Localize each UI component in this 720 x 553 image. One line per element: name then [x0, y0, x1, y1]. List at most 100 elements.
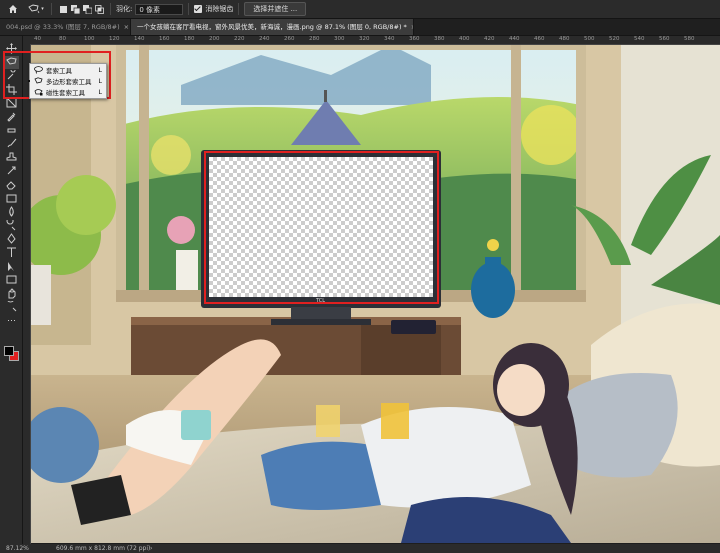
dodge-icon	[6, 219, 15, 231]
tool-button[interactable]	[3, 110, 19, 123]
magnetic-lasso-icon	[34, 88, 43, 95]
menu-item-lasso[interactable]: 套索工具 L	[30, 64, 106, 75]
new-selection-button[interactable]	[57, 0, 69, 18]
divider	[188, 3, 190, 15]
ruler-tick-label: 160	[159, 36, 170, 42]
add-to-selection-button[interactable]	[69, 0, 81, 18]
home-button[interactable]	[0, 0, 26, 18]
tool-button[interactable]	[3, 124, 19, 137]
tool-preset-picker[interactable]: ▾	[26, 0, 46, 18]
type-icon	[6, 247, 16, 257]
ruler-tick-label: 480	[559, 36, 570, 42]
tool-button[interactable]	[3, 287, 19, 300]
ruler-tick-label: 540	[634, 36, 645, 42]
hand-icon	[8, 288, 15, 299]
ruler-tick-label: 420	[484, 36, 495, 42]
tool-button[interactable]	[3, 300, 19, 313]
options-bar: ▾ 羽化: 0 像素 消除锯齿 选择并遮住 ...	[0, 0, 720, 19]
history-brush-icon	[7, 166, 15, 175]
tab-004-psd[interactable]: 004.psd @ 33.3% (图层 7, RGB/8#) ×	[0, 19, 131, 35]
vertical-ruler[interactable]	[22, 44, 31, 544]
subtract-selection-button[interactable]	[81, 0, 93, 18]
ruler-tick-label: 500	[584, 36, 595, 42]
chevron-right-icon[interactable]: ›	[150, 544, 152, 553]
blur-icon	[8, 206, 14, 217]
color-swatches[interactable]	[4, 346, 19, 361]
tool-button[interactable]	[3, 137, 19, 150]
spot-heal-icon	[7, 128, 15, 133]
divider	[110, 3, 111, 15]
tool-button[interactable]	[3, 314, 19, 327]
select-and-mask-button[interactable]: 选择并遮住 ...	[244, 2, 307, 16]
new-selection-icon	[59, 5, 67, 13]
close-icon[interactable]: ×	[124, 23, 129, 31]
close-icon[interactable]: ×	[411, 23, 413, 31]
frame-icon	[6, 97, 16, 108]
ruler-corner	[22, 36, 30, 44]
tab-label: 004.psd @ 33.3% (图层 7, RGB/8#)	[6, 23, 120, 31]
polygonal-lasso-icon	[33, 76, 43, 83]
tab-active-image[interactable]: 一个女孩躺在客厅看电视，窗外风景优美，新海诚，漫画.png @ 87.1% (图…	[131, 19, 414, 35]
menu-item-magnetic-lasso[interactable]: 磁性套索工具 L	[30, 86, 106, 97]
subtract-selection-icon	[82, 4, 92, 14]
ruler-tick-label: 200	[209, 36, 220, 42]
rectangle-icon	[6, 275, 16, 284]
zoom-icon	[6, 301, 16, 312]
document-canvas[interactable]: TCL	[31, 45, 720, 543]
ruler-tick-label: 560	[659, 36, 670, 42]
tool-button[interactable]	[3, 192, 19, 205]
ruler-tick-label: 240	[259, 36, 270, 42]
menu-item-polygonal-lasso[interactable]: 多边形套索工具 L	[28, 75, 106, 86]
screen-highlight-box	[204, 151, 439, 304]
tools-panel	[0, 36, 23, 544]
ruler-tick-label: 440	[509, 36, 520, 42]
tool-button[interactable]	[3, 178, 19, 191]
chevron-down-icon: ▾	[41, 6, 44, 12]
status-bar: 87.12% 609.6 mm x 812.8 mm (72 ppi) ›	[0, 544, 720, 553]
ruler-tick-label: 300	[334, 36, 345, 42]
ruler-tick-label: 280	[309, 36, 320, 42]
eyedropper-icon	[6, 112, 15, 122]
divider	[51, 3, 52, 15]
tool-button[interactable]	[3, 260, 19, 273]
tool-button[interactable]	[3, 164, 19, 177]
tool-button[interactable]	[3, 273, 19, 286]
ruler-tick-label: 40	[34, 36, 41, 42]
divider	[238, 3, 240, 15]
foreground-color[interactable]	[4, 346, 14, 356]
document-tabs: 004.psd @ 33.3% (图层 7, RGB/8#) × 一个女孩躺在客厅…	[0, 19, 720, 36]
more-tools-icon	[7, 320, 15, 321]
tool-button[interactable]	[3, 205, 19, 218]
horizontal-ruler[interactable]: 40 80 100 120 140 160 180 200 220 240 260 280 300 320…	[30, 36, 720, 45]
stamp-icon	[6, 152, 16, 161]
antialias-label: 消除锯齿	[205, 5, 234, 13]
shortcut-key: L	[98, 87, 102, 96]
feather-label: 羽化:	[116, 5, 133, 13]
eraser-icon	[5, 181, 16, 190]
ruler-tick-label: 260	[284, 36, 295, 42]
tool-button[interactable]	[3, 246, 19, 259]
menu-item-label: 多边形套索工具	[46, 77, 92, 86]
intersect-selection-button[interactable]	[93, 0, 105, 18]
gradient-icon	[6, 194, 16, 203]
feather-input[interactable]: 0 像素	[135, 3, 184, 15]
tool-button[interactable]	[3, 232, 19, 245]
pen-icon	[6, 233, 16, 245]
tab-label: 一个女孩躺在客厅看电视，窗外风景优美，新海诚，漫画.png @ 87.1% (图…	[137, 23, 407, 31]
tool-button[interactable]	[3, 219, 19, 232]
zoom-level[interactable]: 87.12%	[6, 544, 29, 553]
ruler-tick-label: 100	[84, 36, 95, 42]
menu-item-label: 套索工具	[46, 66, 72, 75]
ruler-tick-label: 400	[459, 36, 470, 42]
tool-button[interactable]	[3, 151, 19, 164]
menu-item-label: 磁性套索工具	[46, 88, 85, 97]
shortcut-key: L	[98, 76, 102, 85]
add-selection-icon	[70, 4, 80, 14]
ruler-tick-label: 340	[384, 36, 395, 42]
antialias-checkbox[interactable]	[194, 5, 203, 13]
lasso-icon	[33, 65, 43, 74]
ruler-tick-label: 320	[359, 36, 370, 42]
intersect-selection-icon	[94, 4, 104, 14]
brush-icon	[7, 138, 16, 148]
ruler-tick-label: 360	[409, 36, 420, 42]
